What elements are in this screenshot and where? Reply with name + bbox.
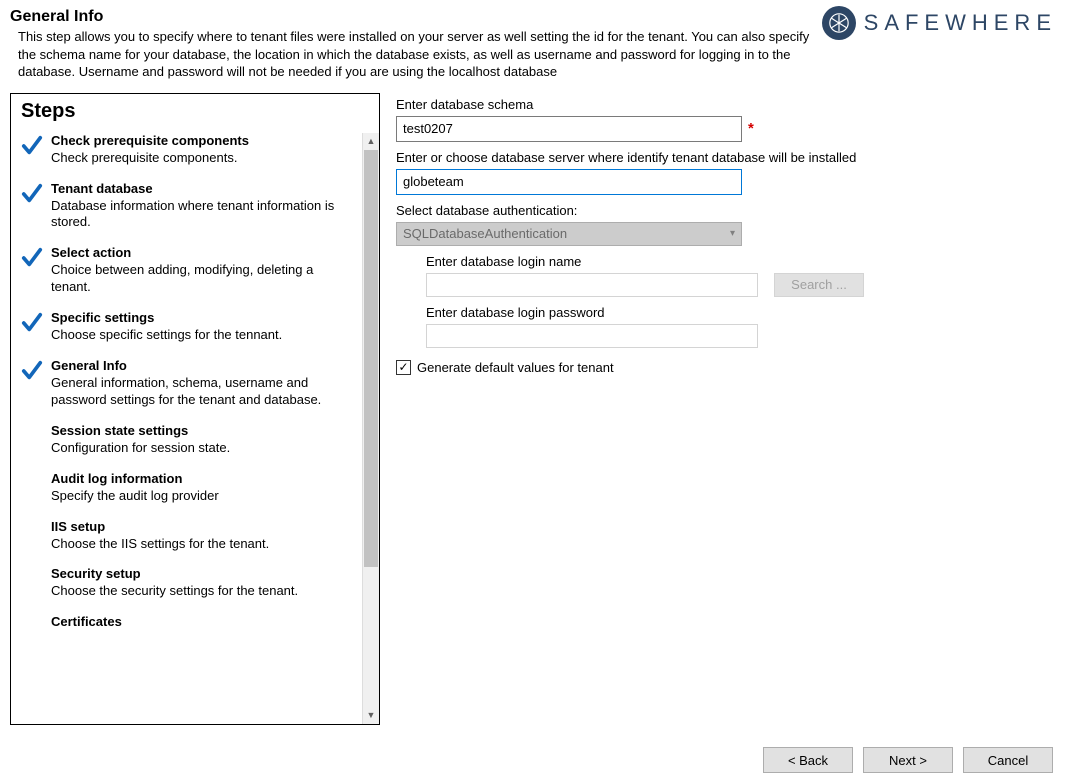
scroll-down-button[interactable]: ▼	[363, 707, 379, 724]
safewhere-logo-icon	[822, 6, 856, 40]
steps-list: Check prerequisite components Check prere…	[11, 133, 362, 724]
step-check-icon	[21, 519, 45, 553]
schema-label: Enter database schema	[396, 97, 1051, 112]
page-description: This step allows you to specify where to…	[18, 28, 812, 81]
next-button[interactable]: Next >	[863, 747, 953, 773]
step-desc: Choose the IIS settings for the tenant.	[51, 536, 354, 553]
step-title: Select action	[51, 245, 354, 260]
login-password-input[interactable]	[426, 324, 758, 348]
step-check-icon	[21, 245, 45, 296]
form-panel: Enter database schema * Enter or choose …	[392, 93, 1057, 725]
step-title: Check prerequisite components	[51, 133, 354, 148]
step-desc: Configuration for session state.	[51, 440, 354, 457]
step-desc: Database information where tenant inform…	[51, 198, 354, 232]
step-check-icon	[21, 181, 45, 232]
steps-panel: Steps Check prerequisite componentsCheck…	[10, 93, 380, 725]
step-desc: General information, schema, username an…	[51, 375, 354, 409]
step-desc: Check prerequisite components.	[51, 150, 354, 167]
step-title: IIS setup	[51, 519, 354, 534]
auth-dropdown[interactable]: SQLDatabaseAuthentication ▾	[396, 222, 742, 246]
step-item: General Info General information, schema,…	[21, 358, 358, 409]
step-item: Session state settings Configuration for …	[21, 423, 358, 457]
page-title: General Info	[10, 8, 812, 26]
chevron-down-icon: ▾	[730, 228, 735, 239]
step-item: Security setup Choose the security settin…	[21, 566, 358, 600]
search-button[interactable]: Search ...	[774, 273, 864, 297]
step-title: Certificates	[51, 614, 354, 629]
scroll-up-button[interactable]: ▲	[363, 133, 379, 150]
login-name-label: Enter database login name	[426, 254, 1051, 269]
auth-dropdown-value: SQLDatabaseAuthentication	[403, 226, 567, 241]
login-name-input[interactable]	[426, 273, 758, 297]
step-title: Security setup	[51, 566, 354, 581]
step-check-icon	[21, 310, 45, 344]
step-item: Check prerequisite components Check prere…	[21, 133, 358, 167]
brand-logo-block: SAFEWHERE	[822, 6, 1057, 40]
required-indicator-icon: *	[748, 120, 754, 137]
step-item: Select action Choice between adding, modi…	[21, 245, 358, 296]
scroll-track[interactable]	[363, 150, 379, 707]
generate-defaults-checkbox[interactable]: ✓	[396, 360, 411, 375]
step-title: Session state settings	[51, 423, 354, 438]
step-check-icon	[21, 566, 45, 600]
step-title: Tenant database	[51, 181, 354, 196]
step-item: IIS setup Choose the IIS settings for the…	[21, 519, 358, 553]
brand-name: SAFEWHERE	[864, 10, 1057, 36]
server-label: Enter or choose database server where id…	[396, 150, 1051, 165]
step-desc: Choose specific settings for the tennant…	[51, 327, 354, 344]
step-item: Tenant database Database information wher…	[21, 181, 358, 232]
steps-scrollbar[interactable]: ▲ ▼	[362, 133, 379, 724]
auth-label: Select database authentication:	[396, 203, 1051, 218]
step-check-icon	[21, 614, 45, 631]
login-password-label: Enter database login password	[426, 305, 1051, 320]
step-desc: Specify the audit log provider	[51, 488, 354, 505]
step-check-icon	[21, 133, 45, 167]
step-item: Certificates	[21, 614, 358, 631]
step-desc: Choice between adding, modifying, deleti…	[51, 262, 354, 296]
scroll-thumb[interactable]	[364, 150, 378, 568]
step-title: General Info	[51, 358, 354, 373]
back-button[interactable]: < Back	[763, 747, 853, 773]
cancel-button[interactable]: Cancel	[963, 747, 1053, 773]
step-desc: Choose the security settings for the ten…	[51, 583, 354, 600]
server-input[interactable]	[396, 169, 742, 195]
generate-defaults-label: Generate default values for tenant	[417, 360, 614, 375]
step-check-icon	[21, 358, 45, 409]
wizard-header: General Info This step allows you to spe…	[0, 0, 1067, 85]
step-title: Specific settings	[51, 310, 354, 325]
step-title: Audit log information	[51, 471, 354, 486]
wizard-footer: < Back Next > Cancel	[763, 747, 1053, 773]
schema-input[interactable]	[396, 116, 742, 142]
steps-heading: Steps	[11, 94, 379, 133]
step-check-icon	[21, 471, 45, 505]
step-item: Specific settings Choose specific setting…	[21, 310, 358, 344]
step-check-icon	[21, 423, 45, 457]
step-item: Audit log information Specify the audit l…	[21, 471, 358, 505]
